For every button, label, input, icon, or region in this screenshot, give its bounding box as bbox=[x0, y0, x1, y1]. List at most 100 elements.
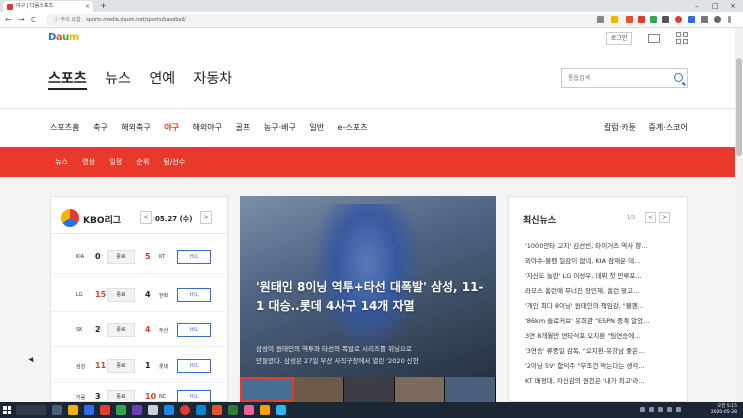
subnav-sports-home[interactable]: 스포츠홈 bbox=[50, 123, 79, 132]
news-prev-button[interactable]: < bbox=[645, 212, 656, 223]
main-nav-sports[interactable]: 스포츠 bbox=[48, 71, 87, 90]
apps-grid-icon[interactable] bbox=[676, 32, 688, 44]
news-item[interactable]: '1000안타 고지' 김선빈, 타이거즈 역사 향... bbox=[525, 239, 671, 254]
section-nav-news[interactable]: 뉴스 bbox=[55, 158, 68, 166]
login-button[interactable]: 로그인 bbox=[606, 32, 632, 45]
forward-button[interactable]: → bbox=[18, 14, 25, 26]
section-nav-video[interactable]: 영상 bbox=[82, 158, 95, 166]
news-item[interactable]: 라모스 홈런에 무너진 장민재, 홈런 맞고... bbox=[525, 284, 671, 299]
news-item[interactable]: '자신도 놀란' LG 이성우, 데뷔 첫 만루포... bbox=[525, 269, 671, 284]
windows-start-icon[interactable] bbox=[3, 406, 11, 414]
taskbar-search[interactable] bbox=[16, 405, 46, 415]
tray-icon[interactable] bbox=[649, 407, 654, 412]
thumbnail-item[interactable] bbox=[293, 377, 345, 402]
task-view-icon[interactable] bbox=[52, 405, 62, 415]
thumbnail-item[interactable] bbox=[445, 377, 496, 402]
news-item[interactable]: 3연 8개월만 연타석포 오지환 "팀연승에... bbox=[525, 329, 671, 344]
extension-icon[interactable] bbox=[662, 16, 669, 23]
main-nav-entertainment[interactable]: 연예 bbox=[149, 71, 175, 87]
subnav-soccer[interactable]: 축구 bbox=[93, 123, 108, 132]
new-tab-button[interactable]: + bbox=[100, 0, 107, 12]
game-row[interactable]: 삼성 11 종료 1 롯데 H/L bbox=[51, 350, 227, 383]
subnav-esports[interactable]: e-스포츠 bbox=[338, 123, 368, 132]
game-row[interactable]: 키움 3 종료 10 NC H/L bbox=[51, 386, 227, 403]
game-row[interactable]: SK 2 종료 4 두산 H/L bbox=[51, 314, 227, 347]
pinterest-icon[interactable] bbox=[675, 16, 682, 23]
maximize-button[interactable]: □ bbox=[712, 0, 719, 12]
news-item[interactable]: 외야수-불펜 일감이 없네, KIA 잠재운 데... bbox=[525, 254, 671, 269]
subnav-general[interactable]: 일반 bbox=[309, 123, 324, 132]
extension-icon[interactable] bbox=[638, 16, 645, 23]
date-prev-button[interactable]: < bbox=[140, 211, 152, 224]
search-icon[interactable] bbox=[674, 73, 683, 82]
subnav-golf[interactable]: 골프 bbox=[236, 123, 251, 132]
highlight-button[interactable]: H/L bbox=[177, 323, 211, 337]
chrome-icon[interactable] bbox=[180, 405, 190, 415]
network-icon[interactable] bbox=[676, 407, 681, 412]
highlight-button[interactable]: H/L bbox=[177, 288, 211, 302]
headline-card[interactable]: '원태인 8이닝 역투+타선 대폭발' 삼성, 11-1 대승..롯데 4사구 … bbox=[240, 196, 496, 402]
search-input[interactable] bbox=[562, 69, 666, 87]
game-row[interactable]: LG 15 종료 4 한화 H/L bbox=[51, 279, 227, 312]
security-indicator[interactable]: ⓘ 주의 요함 bbox=[54, 17, 81, 23]
thumbnail-item[interactable] bbox=[240, 377, 294, 402]
app-icon[interactable] bbox=[100, 405, 110, 415]
app-icon[interactable] bbox=[116, 405, 126, 415]
menu-icon[interactable] bbox=[728, 16, 731, 23]
section-nav-schedule[interactable]: 일정 bbox=[109, 158, 122, 166]
app-icon[interactable] bbox=[228, 405, 238, 415]
news-item[interactable]: '2이닝 5V' 함덕주 "무조건 막는다는 생각... bbox=[525, 359, 671, 374]
subnav-world-soccer[interactable]: 해외축구 bbox=[121, 123, 150, 132]
subnav-world-baseball[interactable]: 해외야구 bbox=[193, 123, 222, 132]
subnav-basketball-volleyball[interactable]: 농구·배구 bbox=[264, 123, 296, 132]
app-icon[interactable] bbox=[132, 405, 142, 415]
mail-icon[interactable] bbox=[648, 34, 660, 43]
news-next-button[interactable]: > bbox=[659, 212, 670, 223]
main-nav-news[interactable]: 뉴스 bbox=[105, 71, 131, 87]
app-icon[interactable] bbox=[260, 405, 270, 415]
app-icon[interactable] bbox=[84, 405, 94, 415]
page-scrollbar[interactable] bbox=[735, 28, 743, 402]
file-explorer-icon[interactable] bbox=[68, 405, 78, 415]
reload-button[interactable]: C bbox=[31, 14, 36, 26]
tray-icon[interactable] bbox=[658, 407, 663, 412]
app-icon[interactable] bbox=[196, 405, 206, 415]
daum-logo[interactable]: Daum bbox=[48, 32, 79, 43]
close-window-button[interactable]: × bbox=[730, 0, 736, 12]
section-nav-standings[interactable]: 순위 bbox=[136, 158, 149, 166]
browser-tab[interactable]: 야구 | 다음스포츠 × bbox=[3, 1, 93, 12]
section-nav-teams-players[interactable]: 팀/선수 bbox=[164, 158, 186, 166]
subnav-live-score[interactable]: 중계·스코어 bbox=[649, 123, 688, 132]
volume-icon[interactable] bbox=[667, 407, 672, 412]
tab-close-icon[interactable]: × bbox=[85, 1, 90, 12]
extension-icon[interactable] bbox=[650, 16, 657, 23]
extension-icon[interactable] bbox=[688, 16, 695, 23]
scrollbar-thumb[interactable] bbox=[736, 58, 742, 156]
extension-icon[interactable] bbox=[701, 16, 708, 23]
thumbnail-item[interactable] bbox=[344, 377, 395, 402]
app-icon[interactable] bbox=[276, 405, 286, 415]
subnav-baseball[interactable]: 야구 bbox=[164, 123, 179, 132]
back-button[interactable]: ← bbox=[5, 14, 12, 26]
news-item[interactable]: '86km 슬로커브' 유희관 "ESPN 중계 알았... bbox=[525, 314, 671, 329]
thumbnail-item[interactable] bbox=[394, 377, 446, 402]
news-item[interactable]: '개인 최다 8이닝' 원태인의 책임감, "불펜... bbox=[525, 299, 671, 314]
minimize-button[interactable]: – bbox=[695, 0, 699, 12]
address-bar[interactable]: ⓘ 주의 요함 sports.media.daum.net/sports/bas… bbox=[46, 14, 646, 26]
game-row[interactable]: KIA 0 종료 5 KT H/L bbox=[51, 241, 227, 274]
profile-icon[interactable] bbox=[714, 16, 721, 23]
subnav-column-cartoon[interactable]: 칼럼·카툰 bbox=[604, 123, 636, 132]
date-next-button[interactable]: > bbox=[200, 211, 212, 224]
app-icon[interactable] bbox=[164, 405, 174, 415]
app-icon[interactable] bbox=[212, 405, 222, 415]
bookmark-star-icon[interactable] bbox=[611, 16, 618, 23]
main-nav-cars[interactable]: 자동차 bbox=[194, 71, 233, 87]
news-item[interactable]: '3연승' 류중일 감독, "오지환-유강남 좋은... bbox=[525, 344, 671, 359]
taskbar-clock[interactable]: 오전 5:15 2020-05-28 bbox=[711, 404, 737, 416]
headline-title[interactable]: '원태인 8이닝 역투+타선 대폭발' 삼성, 11-1 대승..롯데 4사구 … bbox=[256, 278, 488, 316]
extension-icon[interactable] bbox=[626, 16, 633, 23]
highlight-button[interactable]: H/L bbox=[177, 250, 211, 264]
tray-icon[interactable] bbox=[640, 407, 645, 412]
news-item[interactable]: KT 배정대, 자신감의 원천은 '내가 최고'라... bbox=[525, 374, 671, 389]
app-icon[interactable] bbox=[148, 405, 158, 415]
